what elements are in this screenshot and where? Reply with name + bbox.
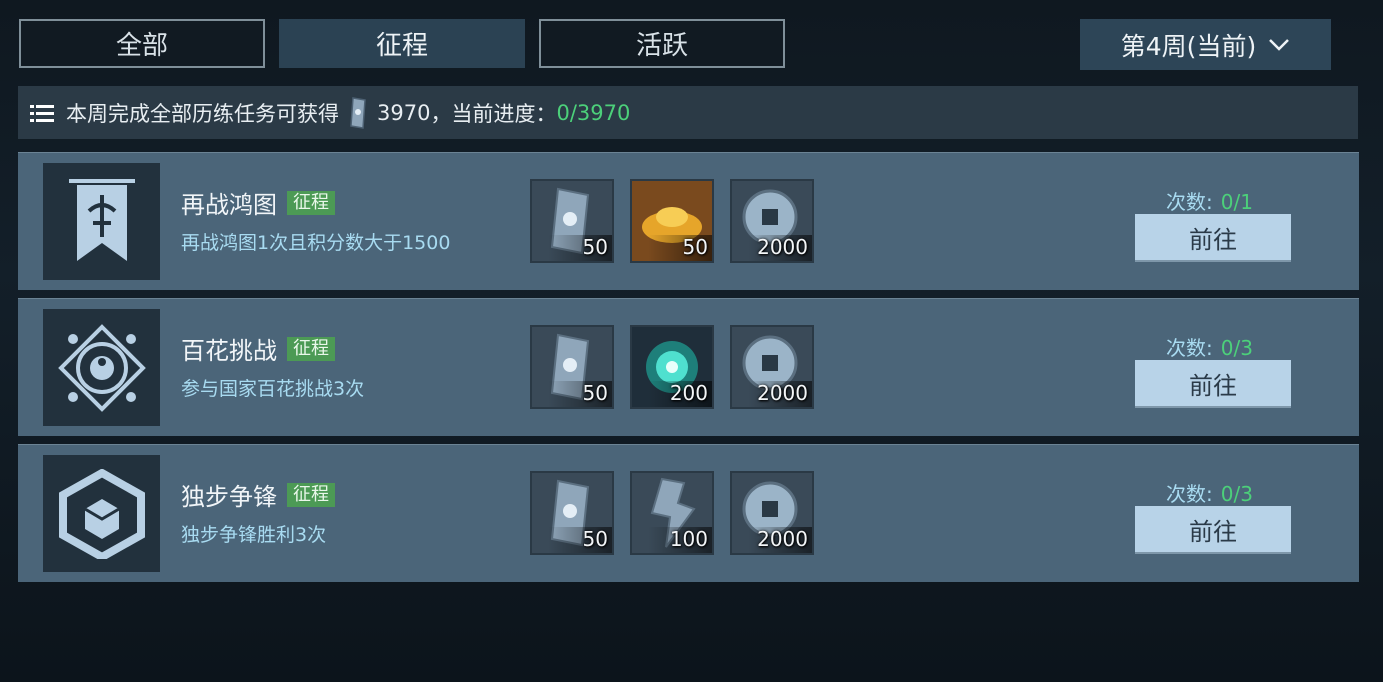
count-label: 次数:	[1166, 190, 1213, 214]
task-description: 独步争锋胜利3次	[181, 524, 327, 546]
reward-item[interactable]: 100	[630, 471, 714, 555]
reward-amount: 50	[582, 381, 608, 405]
reward-item[interactable]: 50	[530, 471, 614, 555]
reward-item[interactable]: 2000	[730, 179, 814, 263]
banner-reward-amount: 3970	[377, 100, 431, 125]
task-title: 百花挑战	[181, 337, 277, 365]
task-tag: 征程	[287, 190, 335, 215]
hex-cube-icon	[58, 468, 145, 559]
task-icon	[43, 163, 160, 280]
reward-amount: 50	[682, 235, 708, 259]
count-label: 次数:	[1166, 336, 1213, 360]
reward-amount: 50	[582, 527, 608, 551]
reward-item[interactable]: 2000	[730, 325, 814, 409]
task-description: 参与国家百花挑战3次	[181, 378, 365, 400]
go-button[interactable]: 前往	[1135, 214, 1291, 260]
task-icon	[43, 455, 160, 572]
reward-item[interactable]: 50	[530, 179, 614, 263]
task-row: 独步争锋 征程 独步争锋胜利3次 50 100 2000 次数: 0/3 前往	[18, 444, 1359, 582]
count-label: 次数:	[1166, 482, 1213, 506]
task-title: 独步争锋	[181, 483, 277, 511]
banner-progress-value: 0/3970	[556, 100, 631, 125]
task-title: 再战鸿图	[181, 191, 277, 219]
reward-item[interactable]: 200	[630, 325, 714, 409]
task-title-container: 百花挑战 征程	[181, 331, 335, 366]
task-title-container: 独步争锋 征程	[181, 477, 335, 512]
list-icon	[30, 104, 54, 122]
week-selector[interactable]: 第4周(当前)	[1080, 19, 1331, 70]
reward-amount: 2000	[757, 527, 808, 551]
reward-amount: 50	[582, 235, 608, 259]
count-value: 0/3	[1220, 336, 1253, 360]
banner-progress-label: ，当前进度：	[430, 101, 557, 126]
reward-item[interactable]: 50	[530, 325, 614, 409]
reward-amount: 2000	[757, 235, 808, 259]
banner-icon	[68, 178, 135, 261]
go-button[interactable]: 前往	[1135, 506, 1291, 552]
task-title-container: 再战鸿图 征程	[181, 185, 335, 220]
week-label: 第4周(当前)	[1120, 31, 1257, 61]
tab-journey[interactable]: 征程	[279, 19, 525, 68]
count-value: 0/1	[1220, 190, 1253, 214]
task-icon	[43, 309, 160, 426]
task-row: 再战鸿图 征程 再战鸿图1次且积分数大于1500 50 50 2000 次数: 0…	[18, 152, 1359, 290]
tab-active[interactable]: 活跃	[539, 19, 785, 68]
scroll-token-icon	[350, 96, 366, 129]
tab-all[interactable]: 全部	[19, 19, 265, 68]
reward-item[interactable]: 50	[630, 179, 714, 263]
reward-item[interactable]: 2000	[730, 471, 814, 555]
chevron-down-icon	[1269, 38, 1290, 51]
task-count: 次数: 0/3	[1166, 332, 1253, 361]
task-description: 再战鸿图1次且积分数大于1500	[181, 232, 451, 254]
task-row: 百花挑战 征程 参与国家百花挑战3次 50 200 2000 次数: 0/3 前…	[18, 298, 1359, 436]
reward-amount: 100	[669, 527, 708, 551]
reward-amount: 200	[669, 381, 708, 405]
task-count: 次数: 0/1	[1166, 186, 1253, 215]
reward-amount: 2000	[757, 381, 808, 405]
task-tag: 征程	[287, 336, 335, 361]
task-tag: 征程	[287, 482, 335, 507]
banner-text: 本周完成全部历练任务可获得	[66, 101, 339, 126]
count-value: 0/3	[1220, 482, 1253, 506]
go-button[interactable]: 前往	[1135, 360, 1291, 406]
taiji-emblem-icon	[57, 323, 146, 412]
task-count: 次数: 0/3	[1166, 478, 1253, 507]
weekly-summary-banner: 本周完成全部历练任务可获得 3970 ，当前进度： 0/3970	[18, 86, 1358, 139]
